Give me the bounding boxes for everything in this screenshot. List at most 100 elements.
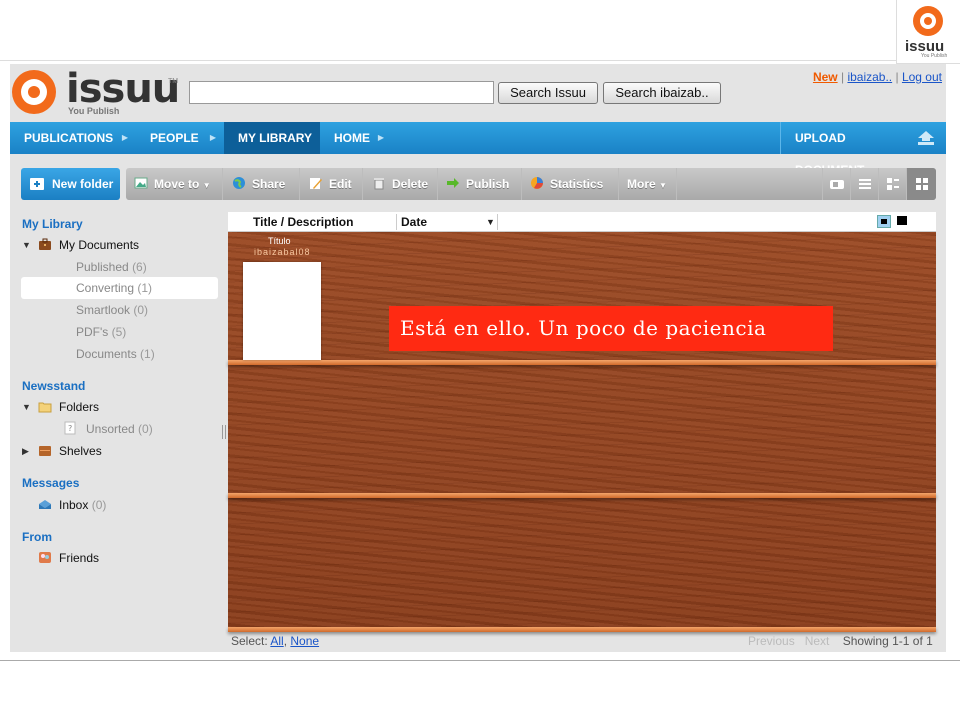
grid-icon xyxy=(915,178,928,190)
share-button[interactable]: Share xyxy=(223,168,300,200)
sidebar-item-inbox[interactable]: Inbox (0) xyxy=(20,494,220,516)
issuu-logo[interactable]: issuu TM You Publish xyxy=(12,66,182,116)
username-link[interactable]: ibaizab.. xyxy=(847,70,892,84)
arrow-right-icon xyxy=(447,178,459,188)
list-view-button[interactable] xyxy=(850,168,878,200)
sidebar-item-converting[interactable]: Converting (1) xyxy=(21,277,218,299)
sidebar-item-folders[interactable]: ▼ Folders xyxy=(20,396,220,418)
publish-button[interactable]: Publish xyxy=(438,168,522,200)
my-library-heading[interactable]: My Library xyxy=(22,217,83,231)
folders-label: Folders xyxy=(59,400,100,414)
from-heading[interactable]: From xyxy=(22,530,52,544)
item-label: Unsorted xyxy=(86,422,135,436)
unknown-document-icon: ? xyxy=(64,421,76,435)
library-toolbar: Move to ▼ Share Edit Delete Publish Stat… xyxy=(126,168,936,200)
my-documents-label: My Documents xyxy=(59,238,140,252)
column-divider xyxy=(497,214,498,230)
large-square-icon[interactable] xyxy=(897,216,907,225)
sidebar-item-smartlook[interactable]: Smartlook (0) xyxy=(20,299,220,321)
column-header: Title / Description Date ▼ xyxy=(228,212,936,232)
expand-triangle-icon[interactable]: ▼ xyxy=(22,396,31,418)
issuu-logo-icon xyxy=(913,6,943,36)
delete-button[interactable]: Delete xyxy=(363,168,438,200)
shelf-icon xyxy=(39,446,51,456)
shelf-plank xyxy=(228,360,936,365)
edit-label: Edit xyxy=(329,177,352,191)
nav-arrow-icon[interactable]: ▶ xyxy=(374,122,388,154)
list-icon xyxy=(858,179,871,189)
newsstand-heading[interactable]: Newsstand xyxy=(22,379,85,393)
upload-document-button[interactable]: UPLOAD DOCUMENT xyxy=(780,122,946,177)
share-label: Share xyxy=(252,177,286,191)
more-button[interactable]: More ▼ xyxy=(619,168,677,200)
friends-label: Friends xyxy=(59,551,100,565)
item-count: (6) xyxy=(132,260,147,274)
inbox-label: Inbox xyxy=(59,498,89,512)
sidebar-resize-handle[interactable] xyxy=(222,425,226,439)
folder-icon xyxy=(38,402,52,413)
search-user-button[interactable]: Search ibaizab.. xyxy=(603,82,721,104)
search-input[interactable] xyxy=(189,81,494,104)
main-nav: PUBLICATIONS ▶ PEOPLE ▶ MY LIBRARY HOME … xyxy=(10,122,946,177)
shelf-plank xyxy=(228,627,936,632)
select-none-link[interactable]: None xyxy=(290,634,319,648)
nav-arrow-icon[interactable]: ▶ xyxy=(118,122,132,154)
logout-link[interactable]: Log out xyxy=(902,70,942,84)
collapse-triangle-icon[interactable]: ▶ xyxy=(22,440,29,462)
select-separator: , xyxy=(283,634,288,648)
move-to-button[interactable]: Move to ▼ xyxy=(126,168,223,200)
document-owner[interactable]: ibaizabal08 xyxy=(254,247,311,257)
search-issuu-button[interactable]: Search Issuu xyxy=(498,82,598,104)
sidebar-item-pdfs[interactable]: PDF's (5) xyxy=(20,321,220,343)
column-divider xyxy=(396,214,397,230)
image-move-icon xyxy=(134,177,148,189)
previous-page-link[interactable]: Previous xyxy=(748,634,795,648)
user-links: New | ibaizab.. | Log out xyxy=(700,70,942,84)
corner-logo-tagline: You Publish xyxy=(921,53,948,59)
selection-controls: Select: All, None xyxy=(231,634,319,648)
sidebar-item-shelves[interactable]: ▶ Shelves xyxy=(20,440,220,462)
small-square-icon xyxy=(881,219,887,224)
converting-annotation: Está en ello. Un poco de paciencia xyxy=(389,306,833,351)
bookshelf-view xyxy=(228,232,936,632)
nav-arrow-icon[interactable]: ▶ xyxy=(206,122,220,154)
item-count: (5) xyxy=(111,325,127,339)
detail-list-icon xyxy=(886,178,899,190)
more-label: More xyxy=(627,177,656,191)
edit-button[interactable]: Edit xyxy=(300,168,363,200)
logo-tagline: You Publish xyxy=(68,106,120,116)
new-link[interactable]: New xyxy=(813,70,838,84)
link-separator: | xyxy=(840,70,845,84)
messages-heading[interactable]: Messages xyxy=(22,476,79,490)
sidebar-item-friends[interactable]: Friends xyxy=(20,547,220,569)
sidebar-item-unsorted[interactable]: ? Unsorted (0) xyxy=(20,418,220,440)
nav-publications[interactable]: PUBLICATIONS xyxy=(10,122,132,154)
next-page-link[interactable]: Next xyxy=(805,634,830,648)
item-label: PDF's xyxy=(76,325,109,339)
sidebar-item-my-documents[interactable]: ▼ My Documents xyxy=(20,234,220,256)
item-count: (1) xyxy=(137,281,153,295)
new-folder-button[interactable]: New folder xyxy=(21,168,120,200)
date-column-header[interactable]: Date xyxy=(401,212,427,232)
small-size-toggle[interactable] xyxy=(877,215,891,228)
results-count: Showing 1-1 of 1 xyxy=(842,634,933,648)
document-title[interactable]: Título xyxy=(268,236,291,246)
shelf-view-button[interactable] xyxy=(906,168,936,200)
sidebar-item-published[interactable]: Published (6) xyxy=(20,256,220,278)
sort-dropdown-icon[interactable]: ▼ xyxy=(486,212,495,232)
sidebar-item-documents[interactable]: Documents (1) xyxy=(20,343,220,365)
detail-view-button[interactable] xyxy=(878,168,906,200)
nav-home[interactable]: HOME xyxy=(320,122,380,154)
nav-my-library[interactable]: MY LIBRARY xyxy=(224,122,320,154)
document-thumbnail[interactable] xyxy=(243,262,321,360)
item-count: (1) xyxy=(140,347,155,361)
item-count: (0) xyxy=(133,303,149,317)
link-separator: | xyxy=(895,70,899,84)
select-all-link[interactable]: All xyxy=(270,634,283,648)
statistics-button[interactable]: Statistics xyxy=(522,168,619,200)
video-view-button[interactable] xyxy=(822,168,850,200)
expand-triangle-icon[interactable]: ▼ xyxy=(22,234,31,256)
pie-chart-icon xyxy=(531,177,543,189)
pencil-icon xyxy=(310,178,322,189)
title-column-header[interactable]: Title / Description xyxy=(253,212,353,232)
